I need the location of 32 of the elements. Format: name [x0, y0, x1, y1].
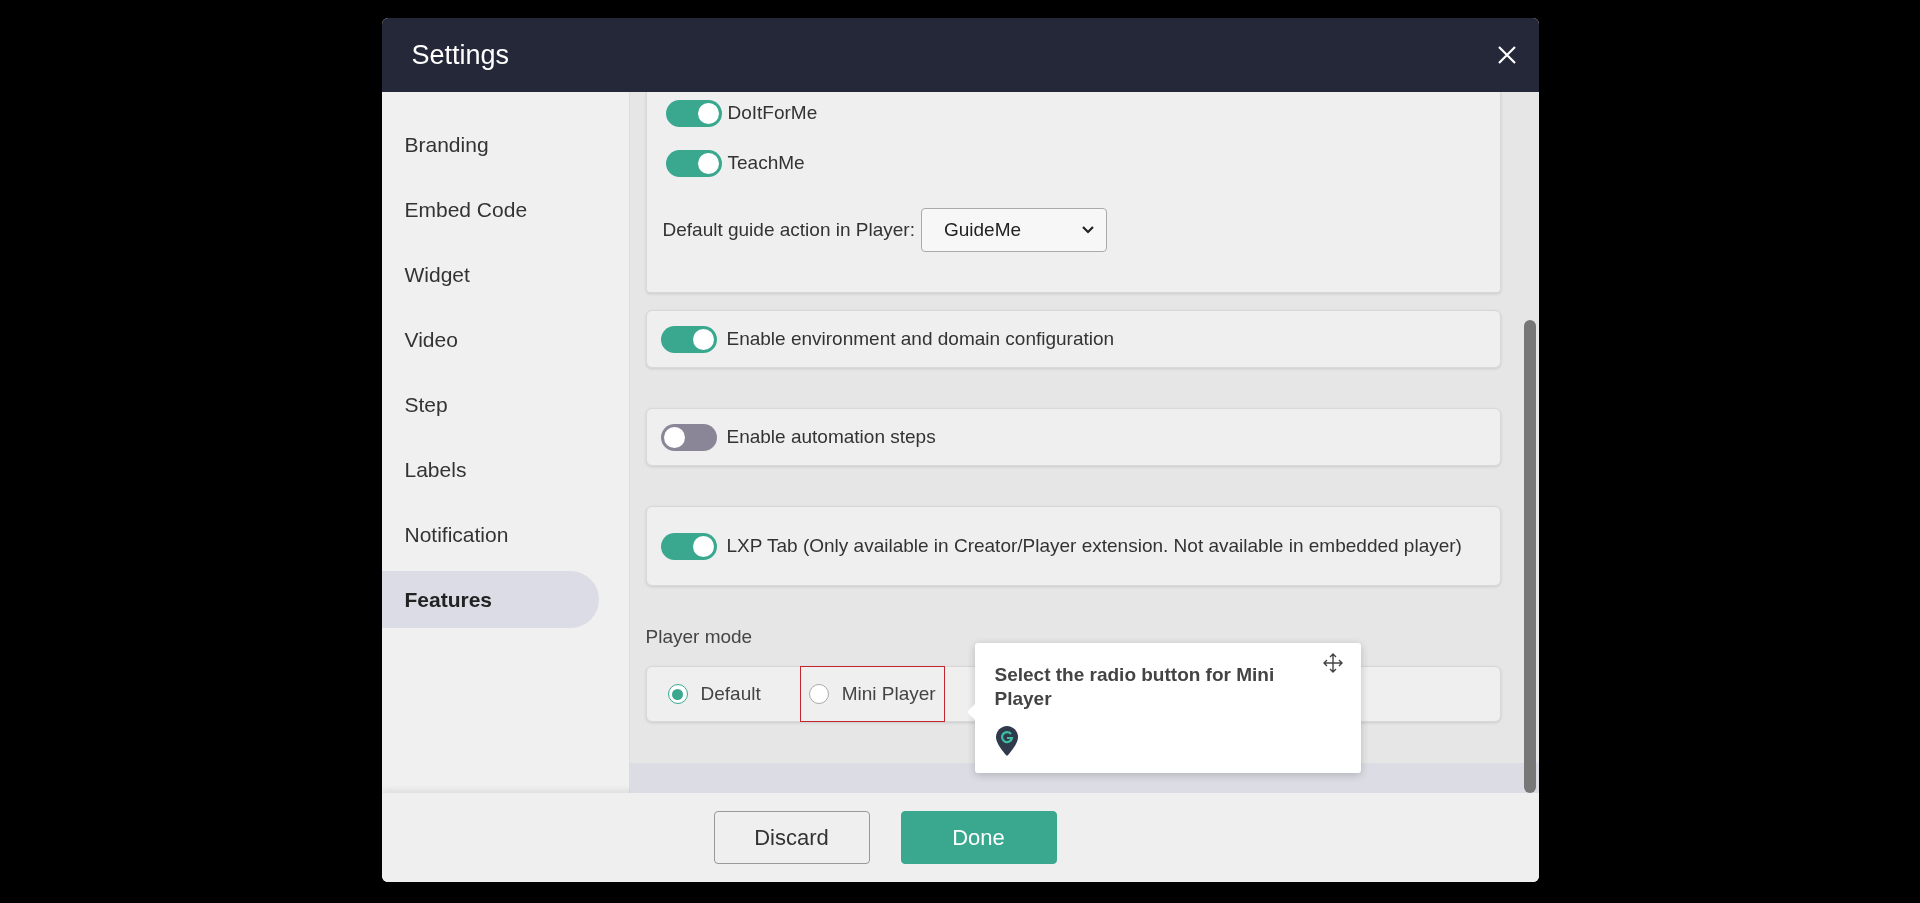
toggle-switch[interactable]	[665, 149, 722, 177]
toggle-label: Enable environment and domain configuration	[726, 327, 1115, 351]
radio-option[interactable]: Mini Player	[799, 666, 945, 722]
sidebar-item[interactable]: Widget	[381, 246, 599, 303]
section-label: Player mode	[645, 626, 754, 648]
sidebar-item[interactable]: Branding	[381, 116, 599, 173]
radio-button[interactable]	[808, 684, 829, 704]
toggle-switch[interactable]	[660, 532, 717, 560]
toggle-label: DoItForMe	[727, 101, 818, 125]
chevron-down-icon	[1081, 226, 1094, 234]
dialog-button[interactable]: Discard	[713, 811, 870, 864]
toggle-switch[interactable]	[665, 99, 722, 127]
close-icon[interactable]	[1496, 45, 1517, 65]
toggle-label: Enable automation steps	[726, 425, 936, 449]
tooltip-text: Select the radio button for Mini Player	[994, 663, 1276, 711]
toggle-switch[interactable]	[660, 423, 717, 451]
sidebar-item[interactable]: Features	[381, 571, 599, 628]
sidebar-item[interactable]: Video	[381, 311, 599, 368]
radio-button[interactable]	[667, 684, 688, 704]
toggle-switch[interactable]	[660, 325, 717, 353]
guide-action-dropdown[interactable]: GuideMe	[920, 208, 1107, 252]
sidebar-item[interactable]: Notification	[381, 506, 599, 563]
sidebar-item[interactable]: Step	[381, 376, 599, 433]
toggle-label: LXP Tab (Only available in Creator/Player extension. Not available in embedded player)	[726, 534, 1462, 558]
location-pin-icon	[994, 724, 1019, 757]
toggle-label: TeachMe	[727, 151, 805, 175]
field-label: Default guide action in Player:	[662, 219, 915, 241]
sidebar-item[interactable]: Labels	[381, 441, 599, 498]
radio-option[interactable]: Default	[658, 666, 770, 722]
move-icon[interactable]	[1322, 653, 1343, 673]
sidebar-item[interactable]: Embed Code	[381, 181, 599, 238]
dialog-title: Settings	[411, 39, 510, 71]
